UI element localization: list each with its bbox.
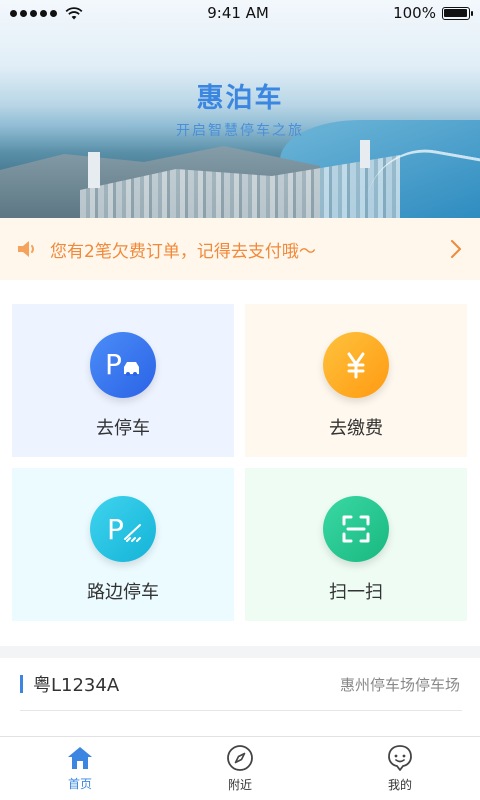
status-right: 100% bbox=[393, 4, 473, 22]
go-pay-button[interactable]: 去缴费 bbox=[245, 304, 467, 457]
tab-home[interactable]: 首页 bbox=[0, 737, 160, 800]
row-divider bbox=[20, 710, 462, 711]
parking-lot-name: 惠州停车场停车场 bbox=[339, 675, 460, 694]
wifi-icon bbox=[65, 6, 83, 19]
hero-tower bbox=[360, 140, 370, 168]
parking-car-icon: P bbox=[90, 332, 156, 398]
plate-marker bbox=[20, 675, 23, 693]
notice-text: 您有2笔欠费订单，记得去支付哦～ bbox=[50, 241, 316, 262]
hero-tower bbox=[88, 152, 100, 188]
battery-icon bbox=[441, 6, 473, 20]
parking-record[interactable]: 粤L1234A 惠州停车场停车场 bbox=[0, 658, 480, 710]
arrears-notice[interactable]: 您有2笔欠费订单，记得去支付哦～ bbox=[0, 218, 480, 280]
scan-icon bbox=[323, 496, 389, 562]
chevron-right-icon[interactable] bbox=[446, 239, 466, 259]
home-icon bbox=[68, 747, 92, 769]
roadside-parking-icon: P bbox=[90, 496, 156, 562]
license-plate: 粤L1234A bbox=[33, 675, 120, 696]
hero-banner: 惠泊车 开启智慧停车之旅 bbox=[0, 0, 480, 218]
compass-icon bbox=[227, 745, 253, 771]
app-subtitle: 开启智慧停车之旅 bbox=[176, 123, 304, 139]
section-divider bbox=[0, 646, 480, 658]
tab-nearby-label: 附近 bbox=[227, 778, 252, 792]
status-time: 9:41 AM bbox=[207, 4, 269, 22]
status-left bbox=[10, 6, 83, 20]
action-grid: P 去停车 去缴费 P 路边停车 扫一扫 bbox=[0, 280, 480, 646]
roadside-parking-label: 路边停车 bbox=[87, 582, 159, 603]
battery-percent: 100% bbox=[393, 4, 436, 22]
go-pay-label: 去缴费 bbox=[329, 418, 383, 439]
svg-text:P: P bbox=[105, 348, 122, 381]
app-title: 惠泊车 bbox=[196, 83, 284, 114]
status-bar: 9:41 AM 100% bbox=[0, 0, 480, 26]
tab-nearby[interactable]: 附近 bbox=[160, 737, 320, 800]
go-parking-label: 去停车 bbox=[96, 418, 150, 439]
roadside-parking-button[interactable]: P 路边停车 bbox=[12, 468, 234, 621]
tab-mine[interactable]: 我的 bbox=[320, 737, 480, 800]
go-parking-button[interactable]: P 去停车 bbox=[12, 304, 234, 457]
scan-button[interactable]: 扫一扫 bbox=[245, 468, 467, 621]
tab-home-label: 首页 bbox=[67, 777, 92, 791]
profile-icon bbox=[388, 745, 412, 771]
scan-label: 扫一扫 bbox=[329, 582, 383, 603]
tab-bar: 首页 附近 我的 bbox=[0, 736, 480, 800]
speaker-icon bbox=[14, 236, 40, 262]
svg-text:P: P bbox=[107, 513, 124, 546]
signal-icon bbox=[10, 9, 57, 17]
tab-mine-label: 我的 bbox=[387, 778, 412, 792]
yuan-icon bbox=[323, 332, 389, 398]
